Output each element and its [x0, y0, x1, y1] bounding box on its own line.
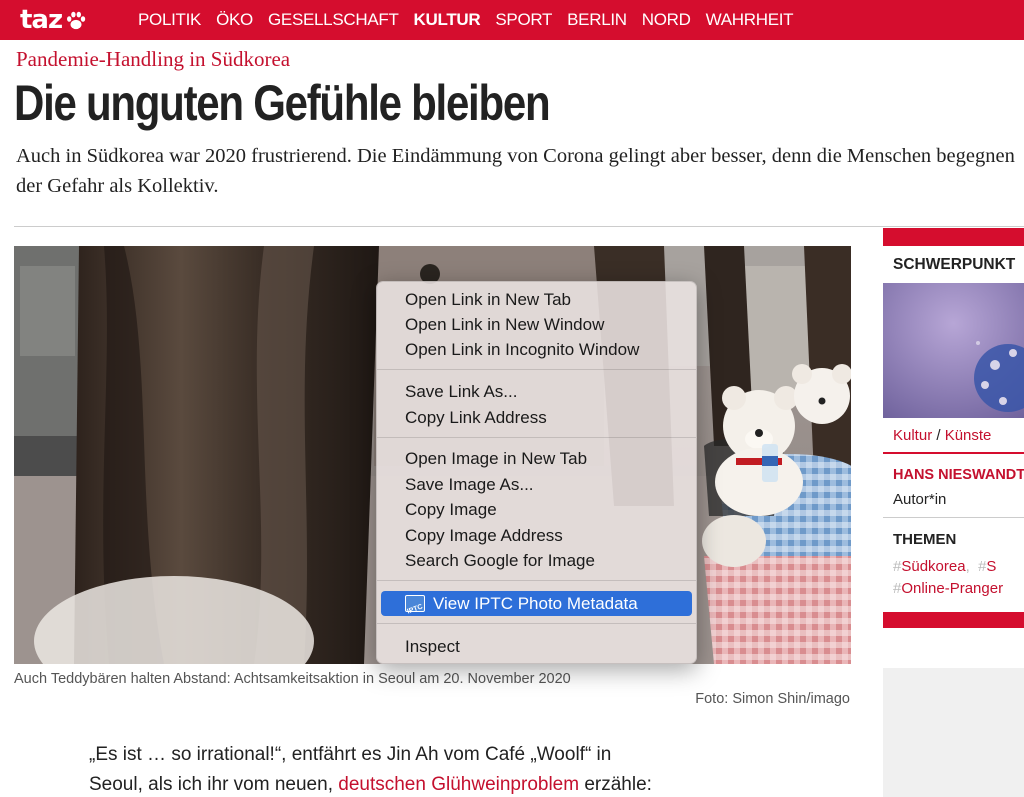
- category-separator: /: [932, 427, 945, 444]
- sidebar-divider-1: [883, 452, 1024, 454]
- photo-credit: Foto: Simon Shin/imago: [695, 691, 850, 707]
- menu-save-link-as[interactable]: Save Link As...: [377, 379, 696, 404]
- author-name-link[interactable]: HANS NIESWANDT: [893, 467, 1024, 483]
- menu-open-link-incognito[interactable]: Open Link in Incognito Window: [377, 337, 696, 362]
- tag-online-pranger[interactable]: Online-Pranger: [901, 580, 1003, 597]
- article-body: „Es ist … so irrational!“, entfährt es J…: [89, 740, 789, 797]
- sidebar-title: SCHWERPUNKT: [893, 256, 1016, 273]
- themen-heading: THEMEN: [893, 531, 957, 548]
- themen-tags: #Südkorea, #S #Online-Pranger: [893, 556, 1003, 600]
- section-nav: POLITIK ÖKO GESELLSCHAFT KULTUR SPORT BE…: [138, 0, 808, 40]
- photo-caption: Auch Teddybären halten Abstand: Achtsamk…: [14, 671, 571, 687]
- category-kultur-link[interactable]: Kultur: [893, 427, 932, 444]
- menu-view-iptc-metadata[interactable]: IPTC View IPTC Photo Metadata: [381, 591, 692, 616]
- virus-illustration: [883, 283, 1024, 418]
- body-line-1: „Es ist … so irrational!“, entfährt es J…: [89, 744, 612, 765]
- nav-item-sport[interactable]: SPORT: [495, 10, 552, 30]
- menu-view-iptc-label: View IPTC Photo Metadata: [433, 594, 638, 613]
- menu-open-image-new-tab[interactable]: Open Image in New Tab: [377, 446, 696, 471]
- menu-inspect[interactable]: Inspect: [377, 634, 696, 659]
- taz-logo[interactable]: taz: [20, 4, 87, 36]
- nav-item-oeko[interactable]: ÖKO: [216, 10, 253, 30]
- body-line-2: Seoul, als ich ihr vom neuen, deutschen …: [89, 770, 789, 797]
- paw-icon: [67, 11, 86, 30]
- menu-separator: [377, 437, 696, 438]
- menu-copy-link-address[interactable]: Copy Link Address: [377, 405, 696, 430]
- menu-separator: [377, 369, 696, 370]
- nav-item-berlin[interactable]: BERLIN: [567, 10, 627, 30]
- nav-item-kultur[interactable]: KULTUR: [414, 10, 481, 30]
- nav-item-politik[interactable]: POLITIK: [138, 10, 201, 30]
- tag-row-1: #Südkorea, #S: [893, 558, 997, 575]
- top-navigation-bar: taz POLITIK ÖKO GESELLSCHAFT KULTUR SPOR…: [0, 0, 1024, 40]
- sidebar-ad-placeholder: [883, 668, 1024, 797]
- nav-item-nord[interactable]: NORD: [642, 10, 691, 30]
- menu-open-link-new-window[interactable]: Open Link in New Window: [377, 312, 696, 337]
- gluehwein-link[interactable]: deutschen Glühweinproblem: [338, 774, 579, 795]
- nav-item-gesellschaft[interactable]: GESELLSCHAFT: [268, 10, 399, 30]
- article-lead: Auch in Südkorea war 2020 frustrierend. …: [16, 145, 1015, 197]
- nav-item-wahrheit[interactable]: WAHRHEIT: [706, 10, 794, 30]
- menu-separator: [377, 580, 696, 581]
- menu-separator: [377, 623, 696, 624]
- logo-text: taz: [20, 5, 63, 35]
- sidebar-divider-2: [883, 517, 1024, 518]
- article-headline: Die unguten Gefühle bleiben: [14, 75, 551, 131]
- menu-copy-image[interactable]: Copy Image: [377, 497, 696, 522]
- tag-suedkorea[interactable]: Südkorea: [901, 558, 965, 575]
- sidebar-top-bar: [883, 228, 1024, 246]
- menu-open-link-new-tab[interactable]: Open Link in New Tab: [377, 287, 696, 312]
- iptc-icon: IPTC: [405, 595, 425, 616]
- category-kuenste-link[interactable]: Künste: [945, 427, 992, 444]
- sidebar-category: Kultur / Künste: [893, 427, 991, 444]
- tag-truncated[interactable]: S: [986, 558, 996, 575]
- body-line-2-prefix: Seoul, als ich ihr vom neuen,: [89, 774, 339, 795]
- body-line-2-suffix: erzähle:: [579, 774, 652, 795]
- menu-copy-image-address[interactable]: Copy Image Address: [377, 523, 696, 548]
- author-role: Autor*in: [893, 491, 947, 508]
- menu-search-google-image[interactable]: Search Google for Image: [377, 548, 696, 573]
- context-menu: Open Link in New Tab Open Link in New Wi…: [376, 281, 697, 664]
- sidebar-bottom-bar: [883, 612, 1024, 628]
- tag-row-2: #Online-Pranger: [893, 580, 1004, 597]
- article-kicker: Pandemie-Handling in Südkorea: [16, 47, 291, 71]
- sidebar-schwerpunkt: SCHWERPUNKT Kultur / Künste HANS NIESWAN…: [883, 228, 1024, 628]
- divider: [14, 226, 1024, 227]
- menu-save-image-as[interactable]: Save Image As...: [377, 472, 696, 497]
- sidebar-image[interactable]: [883, 283, 1024, 418]
